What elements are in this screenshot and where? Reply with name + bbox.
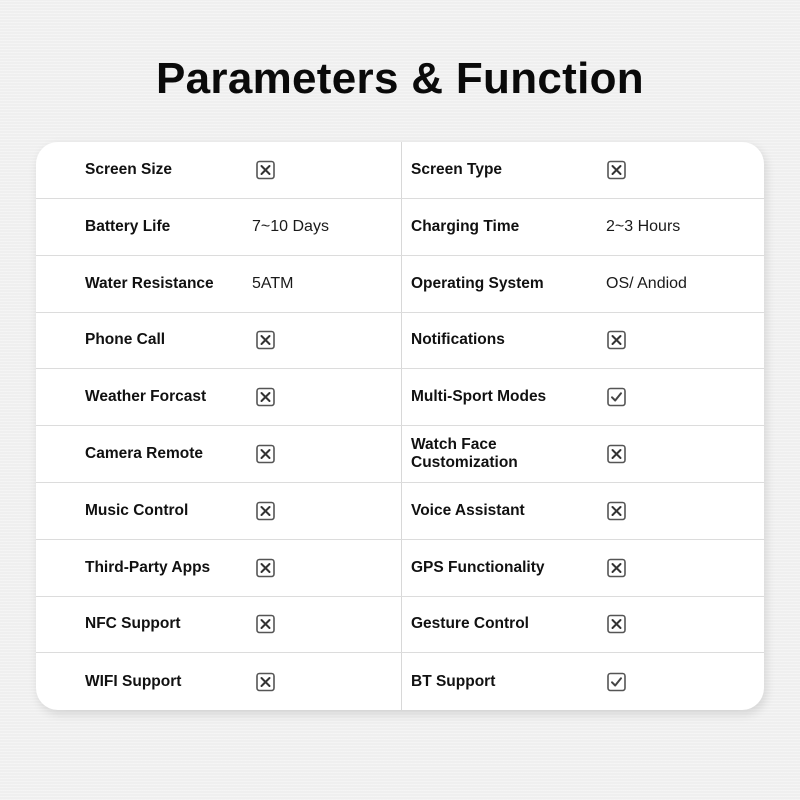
- table-row: NFC Support Gesture Control: [36, 596, 764, 654]
- x-box-icon: [607, 331, 626, 350]
- spec-label: Camera Remote: [85, 445, 204, 462]
- x-box-icon: [256, 558, 275, 577]
- table-row: Third-Party Apps GPS Functionality: [36, 540, 764, 597]
- x-box-icon: [607, 160, 626, 180]
- spec-value: 2~3 Hours: [606, 217, 681, 235]
- table-row: Camera Remote Watch Face Customization: [36, 426, 764, 483]
- x-box-icon: [256, 444, 275, 464]
- table-row: Water Resistance 5ATM Operating System OS/ …: [36, 256, 764, 313]
- spec-label: BT Support: [411, 672, 496, 690]
- x-box-icon: [256, 672, 275, 691]
- spec-label: Operating System: [411, 274, 544, 292]
- spec-label: Watch Face Customization: [411, 436, 518, 471]
- x-box-icon: [256, 501, 275, 521]
- x-box-icon: [607, 444, 626, 464]
- table-row: Music Control Voice Assistant: [36, 483, 764, 540]
- page-title: Parameters & Function: [156, 54, 644, 103]
- x-box-icon: [256, 615, 275, 634]
- table-row: Screen Size Screen Type: [36, 142, 764, 199]
- spec-label: Battery Life: [85, 217, 171, 235]
- spec-label: Gesture Control: [411, 615, 529, 633]
- x-box-icon: [256, 331, 275, 350]
- table-row: Battery Life 7~10 Days Charging Time 2~3 Ho…: [36, 199, 764, 256]
- table-row: WIFI Support BT Support: [36, 653, 764, 710]
- spec-label: Screen Size: [85, 161, 173, 178]
- spec-label: Phone Call: [85, 331, 166, 349]
- spec-label: WIFI Support: [85, 672, 182, 690]
- spec-label: Charging Time: [411, 217, 520, 235]
- check-box-icon: [607, 387, 626, 407]
- x-box-icon: [256, 387, 275, 407]
- spec-table: Screen Size Screen Type Battery Life 7~10 D…: [36, 142, 764, 710]
- spec-label: Multi-Sport Modes: [411, 388, 547, 406]
- spec-label: Third-Party Apps: [85, 558, 211, 576]
- table-row: Phone Call Notifications: [36, 312, 764, 370]
- spec-value: 7~10 Days: [252, 217, 329, 235]
- x-box-icon: [607, 615, 626, 634]
- spec-label: Weather Forcast: [85, 388, 207, 406]
- spec-label: Music Control: [85, 501, 189, 519]
- spec-label: Screen Type: [411, 161, 503, 178]
- spec-label: Notifications: [411, 331, 505, 349]
- spec-label: GPS Functionality: [411, 558, 545, 576]
- spec-label: Voice Assistant: [411, 501, 525, 519]
- spec-label: NFC Support: [85, 615, 181, 633]
- x-box-icon: [256, 160, 275, 180]
- x-box-icon: [607, 501, 626, 521]
- table-row: Weather Forcast Multi-Sport Modes: [36, 369, 764, 427]
- check-box-icon: [607, 672, 626, 691]
- x-box-icon: [607, 558, 626, 577]
- spec-value: 5ATM: [252, 274, 294, 292]
- spec-value: OS/ Andiod: [606, 274, 687, 292]
- spec-label: Water Resistance: [85, 274, 214, 292]
